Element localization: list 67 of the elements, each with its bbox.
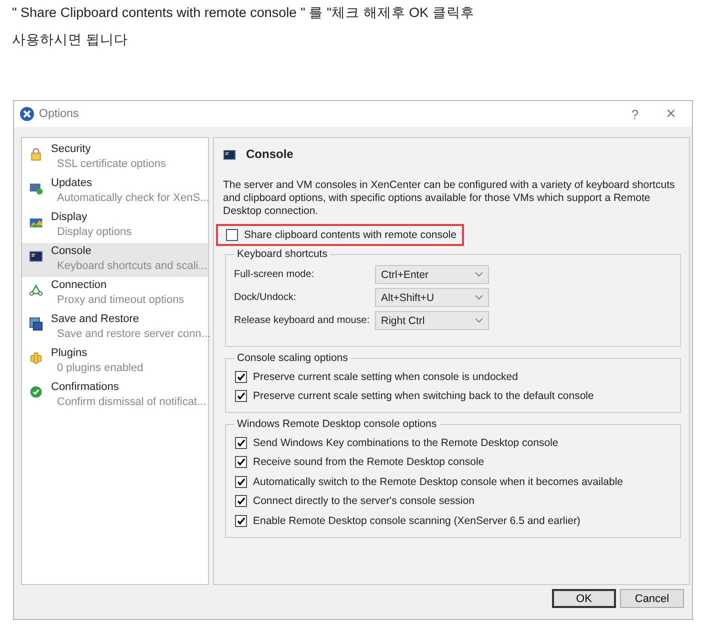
checkbox-label: Preserve current scale setting when switching back to the default console: [253, 390, 594, 402]
checkbox[interactable]: [235, 456, 247, 468]
lock-icon: [29, 147, 43, 161]
item-description: Keyboard shortcuts and scali...: [56, 259, 208, 274]
sidebar-item[interactable]: Updates Automatically check for XenS...: [22, 175, 208, 209]
checkbox-label: Send Windows Key combinations to the Remote Desktop console: [253, 436, 558, 449]
item-description: SSL certificate options: [56, 157, 166, 172]
caret-icon: [475, 318, 483, 323]
intro-text: " Share Clipboard contents with remote console " 를 "체크 해제후 OK 클릭후: [12, 4, 476, 22]
item-title: Console: [51, 244, 92, 259]
item-title: Plugins: [51, 346, 88, 361]
item-description: 0 plugins enabled: [56, 361, 144, 376]
sidebar-item[interactable]: Plugins 0 plugins enabled: [22, 345, 208, 379]
window-title: Options: [39, 108, 79, 120]
checkbox-label: Preserve current scale setting when console is undocked: [253, 370, 518, 383]
item-description: Confirm dismissal of notificat...: [56, 395, 206, 410]
item-title: Save and Restore: [51, 312, 140, 327]
checkbox[interactable]: [235, 370, 247, 383]
network-icon: [29, 283, 43, 297]
field-label: Release keyboard and mouse:: [234, 315, 371, 326]
field-label: Dock/Undock:: [234, 292, 298, 303]
checkbox-label: Enable Remote Desktop console scanning (XenServer 6.5 and earlier): [253, 514, 580, 527]
check-circle-icon: [29, 385, 43, 399]
checkbox[interactable]: [235, 514, 247, 527]
field-label: Full-screen mode:: [234, 269, 316, 280]
checkbox[interactable]: [226, 229, 238, 241]
sidebar-item[interactable]: Confirmations Confirm dismissal of notificat...: [22, 379, 208, 413]
help-button[interactable]: ?: [620, 106, 650, 122]
sidebar-item[interactable]: Console Keyboard shortcuts and scali...: [22, 243, 208, 277]
group-title: Keyboard shortcuts: [236, 248, 328, 260]
group-title: Windows Remote Desktop console options: [236, 418, 438, 430]
item-description: Proxy and timeout options: [56, 293, 184, 308]
item-title: Connection: [51, 278, 108, 293]
intro-text: 사용하시면 됩니다: [12, 31, 129, 49]
cancel-button[interactable]: Cancel: [620, 589, 684, 608]
ok-button[interactable]: OK: [552, 589, 616, 608]
description-text: The server and VM consoles in XenCenter can be configured with a variety of keyboard shortcuts and clipboard options, with specific options available for those VMs which support a Remote Desktop connection.: [223, 179, 676, 218]
checkbox-label: Automatically switch to the Remote Desktop console when it becomes available: [253, 476, 624, 488]
checkbox-label: Receive sound from the Remote Desktop console: [253, 456, 484, 468]
checkbox[interactable]: [235, 436, 247, 449]
item-description: Automatically check for XenS...: [56, 191, 210, 206]
item-description: Save and restore server conn...: [56, 327, 210, 342]
close-button[interactable]: ×: [656, 104, 686, 124]
caret-icon: [475, 272, 483, 277]
item-title: Updates: [51, 176, 93, 191]
group-title: Console scaling options: [236, 352, 349, 364]
item-title: Display: [51, 210, 88, 225]
dropdown[interactable]: Right Ctrl: [375, 311, 489, 330]
dropdown[interactable]: Ctrl+Enter: [375, 265, 489, 284]
terminal-icon: [29, 249, 43, 263]
item-title: Confirmations: [51, 380, 120, 395]
item-title: Security: [51, 142, 92, 157]
item-description: Display options: [56, 225, 132, 240]
sidebar-item[interactable]: Display Display options: [22, 209, 208, 243]
checkbox-label: Connect directly to the server's console session: [253, 495, 474, 508]
sidebar-item[interactable]: Save and Restore Save and restore server conn...: [22, 311, 208, 345]
caret-icon: [475, 295, 483, 300]
checkbox[interactable]: [235, 476, 247, 488]
panel-title: Console: [246, 147, 294, 161]
sidebar-item[interactable]: Connection Proxy and timeout options: [22, 277, 208, 311]
checkbox-label: Share clipboard contents with remote console: [244, 229, 456, 241]
app-logo-icon: [20, 107, 34, 121]
sidebar-item[interactable]: Security SSL certificate options: [22, 141, 208, 175]
dropdown[interactable]: Alt+Shift+U: [375, 288, 489, 307]
terminal-icon: [223, 148, 236, 160]
checkbox[interactable]: [235, 390, 247, 402]
checkbox[interactable]: [235, 495, 247, 508]
